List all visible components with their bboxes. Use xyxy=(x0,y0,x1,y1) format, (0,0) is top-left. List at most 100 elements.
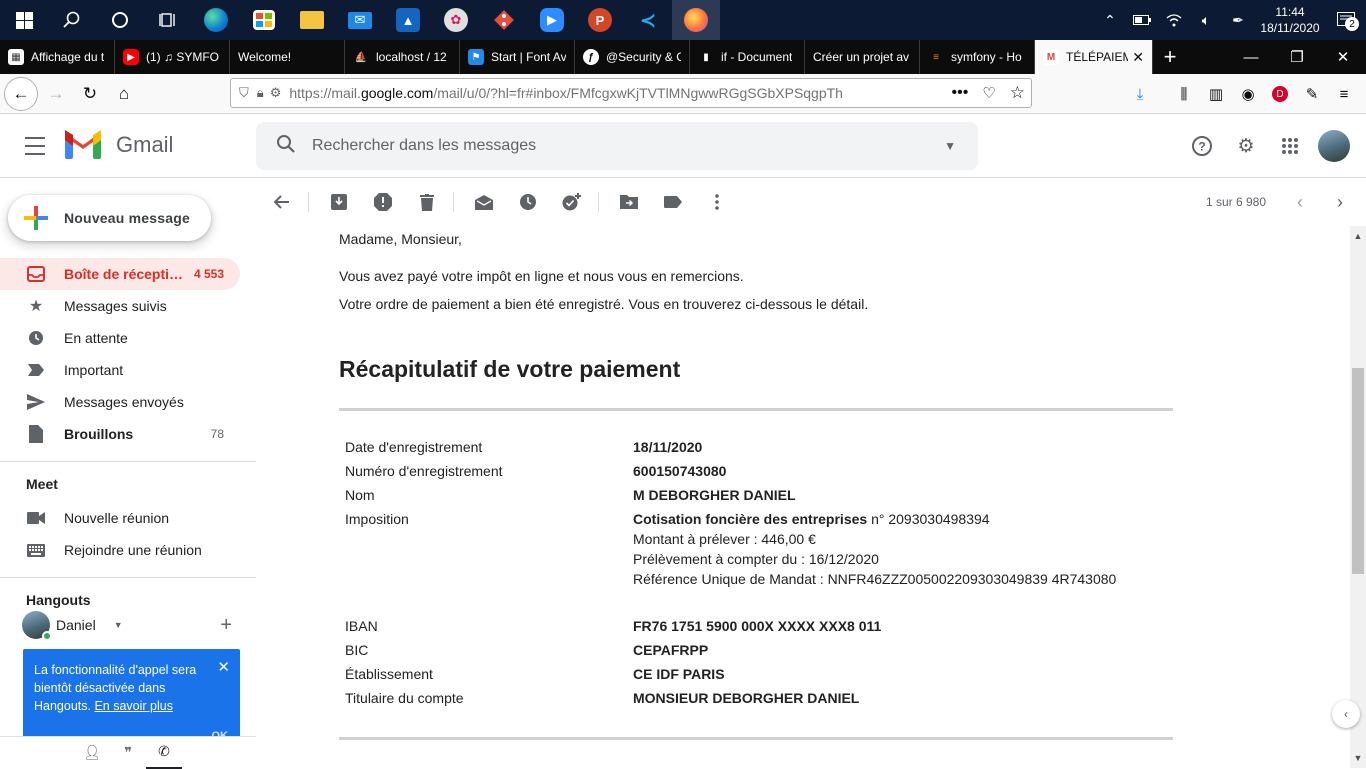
windows-start-icon[interactable] xyxy=(0,0,48,40)
older-chevron-right-icon[interactable]: › xyxy=(1322,182,1358,222)
lock-icon[interactable]: 🔒︎ xyxy=(257,85,264,101)
zoom-icon[interactable]: ▶ xyxy=(528,0,576,40)
nav-item-starred[interactable]: ★ Messages suivis xyxy=(0,290,240,322)
add-to-tasks-icon[interactable] xyxy=(552,182,592,222)
conversation-icon[interactable]: ❞ xyxy=(110,737,146,769)
nav-item-drafts[interactable]: Brouillons 78 xyxy=(0,418,240,450)
battery-icon[interactable] xyxy=(1126,0,1158,40)
minimize-icon[interactable]: — xyxy=(1228,40,1274,74)
pocket-icon[interactable]: ♡ xyxy=(982,84,995,102)
vscode-icon[interactable]: ≺ xyxy=(624,0,672,40)
edge-icon[interactable] xyxy=(192,0,240,40)
browser-tab[interactable]: ▦ Affichage du t xyxy=(0,40,115,74)
mark-unread-icon[interactable] xyxy=(464,182,504,222)
pen-icon[interactable]: ✒︎ xyxy=(1222,0,1254,40)
profile-badge-icon[interactable]: D xyxy=(1264,78,1296,110)
move-to-icon[interactable] xyxy=(609,182,649,222)
side-panel-toggle-icon[interactable]: ‹ xyxy=(1332,700,1360,728)
browser-tab[interactable]: ≡ symfony - Ho xyxy=(920,40,1035,74)
account-icon[interactable]: ◉ xyxy=(1232,78,1264,110)
browser-tab[interactable]: ƒ @Security & C xyxy=(575,40,690,74)
home-icon[interactable]: ⌂ xyxy=(108,78,140,110)
bookmark-star-icon[interactable]: ☆ xyxy=(1010,83,1025,103)
chevron-up-icon[interactable]: ⌃ xyxy=(1094,0,1126,40)
taskbar-clock[interactable]: 11:44 18/11/2020 xyxy=(1254,4,1326,36)
search-bar[interactable]: Rechercher dans les messages ▼ xyxy=(256,122,978,170)
add-contact-icon[interactable]: + xyxy=(220,614,232,637)
cortana-icon[interactable] xyxy=(96,0,144,40)
label-icon[interactable] xyxy=(653,182,693,222)
snooze-icon[interactable] xyxy=(508,182,548,222)
message-scrollbar[interactable]: ▲ ▼ xyxy=(1350,226,1366,768)
menu-icon[interactable]: ≡ xyxy=(1328,78,1360,110)
search-icon[interactable] xyxy=(48,0,96,40)
file-explorer-icon[interactable] xyxy=(288,0,336,40)
close-icon[interactable]: ✕ xyxy=(217,659,230,677)
hangouts-user[interactable]: Daniel ▼ + xyxy=(22,610,242,641)
task-view-icon[interactable] xyxy=(144,0,192,40)
back-to-inbox-icon[interactable] xyxy=(262,182,302,222)
browser-tab[interactable]: Welcome! xyxy=(230,40,345,74)
settings-gear-icon[interactable]: ⚙ xyxy=(1226,128,1266,164)
sidebar-icon[interactable]: ▥ xyxy=(1200,78,1232,110)
nav-item-snoozed[interactable]: En attente xyxy=(0,322,240,354)
store-icon[interactable] xyxy=(240,0,288,40)
search-icon[interactable] xyxy=(276,134,296,159)
permissions-icon[interactable]: ⚙ xyxy=(270,85,282,101)
back-icon[interactable]: ← xyxy=(4,76,38,111)
scroll-up-icon[interactable]: ▲ xyxy=(1350,228,1366,244)
account-avatar[interactable] xyxy=(1318,130,1350,162)
shield-icon[interactable]: ⛉ xyxy=(239,85,249,101)
apps-grid-icon[interactable] xyxy=(1270,128,1310,164)
browser-tab[interactable]: ▶ (1) ♫ SYMFO xyxy=(115,40,230,74)
main-menu-icon[interactable] xyxy=(22,134,48,158)
phone-icon[interactable]: ✆ xyxy=(146,737,182,769)
restore-icon[interactable]: ❐ xyxy=(1274,40,1320,74)
browser-tab[interactable]: Créer un projet av xyxy=(805,40,920,74)
gmail-logo[interactable]: Gmail xyxy=(64,130,173,160)
more-options-icon[interactable] xyxy=(697,182,737,222)
compose-button[interactable]: Nouveau message xyxy=(8,195,211,241)
forward-icon[interactable]: → xyxy=(40,78,72,110)
library-icon[interactable]: ⫼ xyxy=(1168,78,1200,110)
help-icon[interactable]: ? xyxy=(1182,128,1222,164)
close-window-icon[interactable]: ✕ xyxy=(1320,40,1366,74)
browser-tab-active[interactable]: M TÉLÉPAIEM ✕ xyxy=(1035,40,1153,74)
report-spam-icon[interactable] xyxy=(363,182,403,222)
wifi-icon[interactable] xyxy=(1158,0,1190,40)
close-tab-icon[interactable]: ✕ xyxy=(1128,49,1144,66)
newer-chevron-left-icon[interactable]: ‹ xyxy=(1282,182,1318,222)
scroll-down-icon[interactable]: ▼ xyxy=(1350,750,1366,766)
page-actions-icon[interactable]: ••• xyxy=(951,84,968,102)
url-bar[interactable]: ⛉ 🔒︎ ⚙ https://mail.google.com/mail/u/0/… xyxy=(230,78,1032,108)
nav-item-important[interactable]: Important xyxy=(0,354,240,386)
nav-item-inbox[interactable]: Boîte de récepti… 4 553 xyxy=(0,258,240,290)
browser-tab[interactable]: ⚑ Start | Font Av xyxy=(460,40,575,74)
eyedropper-icon[interactable]: ✎ xyxy=(1296,78,1328,110)
reload-icon[interactable]: ↻ xyxy=(74,78,106,110)
download-icon[interactable]: ⤓ xyxy=(1124,78,1156,110)
nav-item-sent[interactable]: Messages envoyés xyxy=(0,386,240,418)
meet-join-meeting[interactable]: Rejoindre une réunion xyxy=(0,534,240,566)
browser-tab[interactable]: ⛵ localhost / 12 xyxy=(345,40,460,74)
volume-icon[interactable]: 🔈︎ xyxy=(1190,0,1222,40)
learn-more-link[interactable]: En savoir plus xyxy=(94,699,173,713)
archive-icon[interactable] xyxy=(319,182,359,222)
gmail-m-icon xyxy=(64,130,102,160)
browser-tab[interactable]: ▮ if - Document xyxy=(690,40,805,74)
firefox-icon[interactable] xyxy=(672,0,720,40)
mail-icon[interactable]: ✉ xyxy=(336,0,384,40)
caret-down-icon[interactable]: ▼ xyxy=(114,620,123,630)
scroll-thumb[interactable] xyxy=(1352,368,1364,574)
search-input[interactable]: Rechercher dans les messages xyxy=(312,137,536,155)
meet-new-meeting[interactable]: Nouvelle réunion xyxy=(0,502,240,534)
search-options-icon[interactable]: ▼ xyxy=(944,139,956,153)
photos-icon[interactable]: ▲ xyxy=(384,0,432,40)
git-icon[interactable] xyxy=(480,0,528,40)
contacts-icon[interactable]: 👤︎ xyxy=(74,737,110,769)
paint-icon[interactable]: ✿ xyxy=(432,0,480,40)
powerpoint-icon[interactable]: P xyxy=(576,0,624,40)
action-center-icon[interactable]: 2 xyxy=(1326,0,1366,40)
delete-icon[interactable] xyxy=(407,182,447,222)
new-tab-icon[interactable]: + xyxy=(1153,40,1187,74)
